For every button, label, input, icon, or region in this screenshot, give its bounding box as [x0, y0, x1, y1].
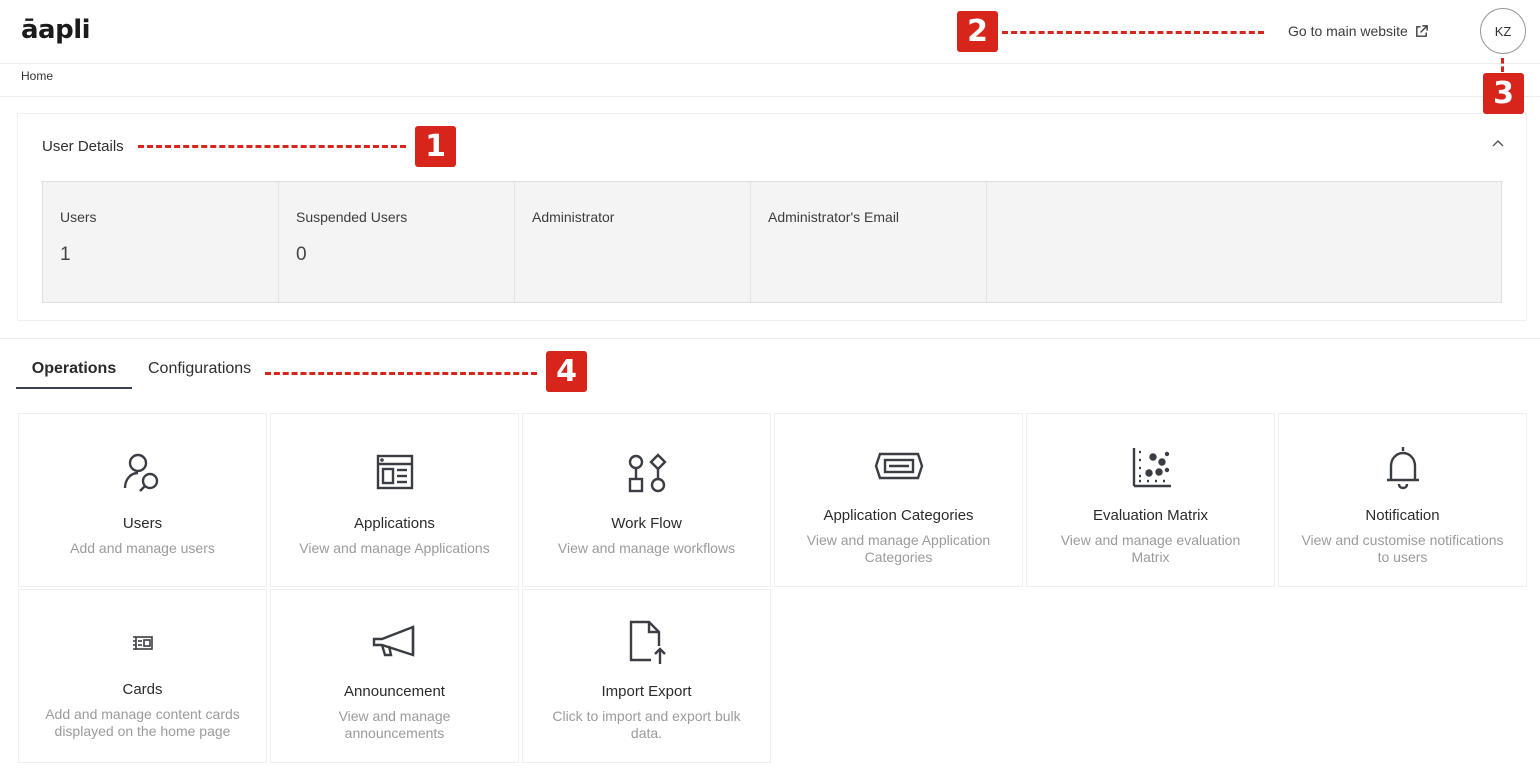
stat-value: 1: [60, 244, 71, 265]
bell-icon: [1386, 447, 1419, 490]
breadcrumb-home[interactable]: Home: [21, 69, 53, 83]
tile-subtitle: View and customise notifications to user…: [1301, 532, 1504, 565]
annotation-leader-2: [1002, 31, 1264, 34]
stat-label: Administrator's Email: [768, 209, 900, 225]
tile-title: Cards: [122, 681, 163, 698]
categories-icon: [874, 452, 923, 480]
annotation-leader-4: [265, 372, 537, 375]
tile-subtitle: View and manage workflows: [557, 540, 736, 556]
megaphone-icon: [372, 625, 414, 657]
tile-subtitle: View and manage announcements: [338, 708, 451, 741]
tile-notification[interactable]: Notification View and customise notifica…: [1278, 413, 1527, 587]
annotation-badge-3: 3: [1483, 73, 1524, 114]
applications-icon: [376, 454, 413, 490]
tile-subtitle: Add and manage users: [70, 540, 215, 556]
stat-label: Administrator: [532, 209, 615, 225]
tile-subtitle: Add and manage content cards displayed o…: [45, 706, 240, 739]
section-divider: [0, 338, 1540, 339]
user-details-title: User Details: [42, 138, 124, 155]
tile-evaluation-matrix[interactable]: Evaluation Matrix View and manage evalua…: [1026, 413, 1275, 587]
tile-title: Applications: [354, 515, 435, 532]
chevron-up-icon[interactable]: [1488, 133, 1508, 153]
tile-applications[interactable]: Applications View and manage Application…: [270, 413, 519, 587]
annotation-badge-2: 2: [957, 11, 998, 52]
stat-empty: [987, 182, 1501, 302]
user-avatar[interactable]: KZ: [1480, 8, 1526, 54]
annotation-badge-1: 1: [415, 126, 456, 167]
tile-title: Import Export: [601, 683, 692, 700]
tile-work-flow[interactable]: Work Flow View and manage workflows: [522, 413, 771, 587]
file-upload-icon: [629, 620, 666, 664]
tile-title: Application Categories: [823, 507, 974, 524]
stat-users: Users 1: [43, 182, 279, 302]
external-link-icon: [1415, 24, 1428, 37]
annotation-leader-3: [1501, 58, 1504, 72]
user-stats-panel: Users 1 Suspended Users 0 Administrator …: [42, 181, 1502, 303]
tab-configurations[interactable]: Configurations: [148, 360, 251, 387]
tile-subtitle: View and manage evaluation Matrix: [1060, 532, 1241, 565]
tile-users[interactable]: Users Add and manage users: [18, 413, 267, 587]
tile-title: Notification: [1365, 507, 1440, 524]
tile-title: Work Flow: [611, 515, 682, 532]
matrix-icon: [1132, 448, 1171, 488]
tile-subtitle: View and manage Application Categories: [806, 532, 991, 565]
tile-import-export[interactable]: Import Export Click to import and export…: [522, 589, 771, 763]
main-website-link[interactable]: Go to main website: [1288, 23, 1429, 39]
app-logo[interactable]: āapli: [21, 15, 91, 45]
annotation-badge-4: 4: [546, 351, 587, 392]
tile-title: Users: [122, 515, 163, 532]
annotation-leader-1: [138, 145, 406, 148]
tile-subtitle: Click to import and export bulk data.: [552, 708, 741, 741]
stat-administrator-email: Administrator's Email: [751, 182, 987, 302]
users-icon: [123, 453, 158, 492]
stat-administrator: Administrator: [515, 182, 751, 302]
top-bar: āapli Go to main website KZ: [0, 0, 1540, 64]
tile-announcement[interactable]: Announcement View and manage announcemen…: [270, 589, 519, 763]
breadcrumb: Home: [0, 64, 1540, 97]
cards-icon: [132, 636, 153, 650]
tile-title: Announcement: [344, 683, 445, 700]
tile-application-categories[interactable]: Application Categories View and manage A…: [774, 413, 1023, 587]
tile-cards[interactable]: Cards Add and manage content cards displ…: [18, 589, 267, 763]
stat-label: Suspended Users: [296, 209, 408, 225]
tile-subtitle: View and manage Applications: [299, 540, 490, 556]
workflow-icon: [628, 453, 667, 493]
main-website-link-label: Go to main website: [1288, 23, 1408, 39]
tile-title: Evaluation Matrix: [1092, 507, 1209, 524]
tab-operations[interactable]: Operations: [16, 360, 132, 389]
stat-suspended-users: Suspended Users 0: [279, 182, 515, 302]
stat-value: 0: [296, 244, 307, 265]
stat-label: Users: [60, 209, 97, 225]
